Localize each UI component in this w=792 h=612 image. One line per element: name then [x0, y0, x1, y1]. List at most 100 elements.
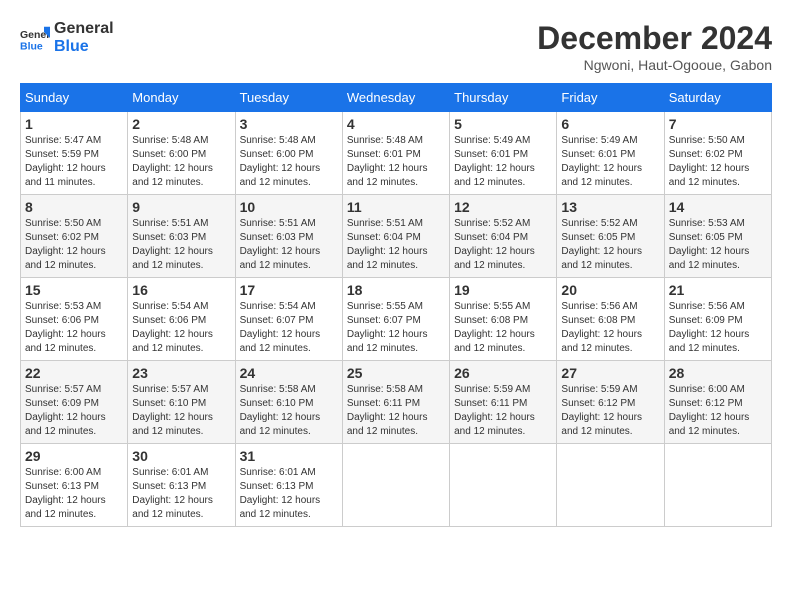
day-info: Sunrise: 5:53 AMSunset: 6:06 PMDaylight:… [25, 300, 123, 356]
day-info: Sunrise: 5:52 AMSunset: 6:04 PMDaylight:… [454, 217, 552, 273]
calendar-cell [557, 444, 664, 527]
calendar-cell: 12 Sunrise: 5:52 AMSunset: 6:04 PMDayligh… [450, 195, 557, 278]
calendar-cell: 8 Sunrise: 5:50 AMSunset: 6:02 PMDaylight… [21, 195, 128, 278]
day-info: Sunrise: 6:00 AMSunset: 6:12 PMDaylight:… [669, 383, 767, 439]
weekday-header-sunday: Sunday [21, 84, 128, 112]
day-number: 8 [25, 199, 123, 215]
calendar-cell: 29 Sunrise: 6:00 AMSunset: 6:13 PMDayligh… [21, 444, 128, 527]
header-area: General Blue General Blue December 2024 … [20, 20, 772, 73]
day-info: Sunrise: 5:56 AMSunset: 6:08 PMDaylight:… [561, 300, 659, 356]
day-number: 2 [132, 116, 230, 132]
svg-text:Blue: Blue [20, 40, 43, 52]
day-number: 25 [347, 365, 445, 381]
day-number: 19 [454, 282, 552, 298]
day-info: Sunrise: 5:57 AMSunset: 6:09 PMDaylight:… [25, 383, 123, 439]
day-number: 10 [240, 199, 338, 215]
day-number: 1 [25, 116, 123, 132]
day-info: Sunrise: 5:48 AMSunset: 6:00 PMDaylight:… [240, 134, 338, 190]
day-number: 28 [669, 365, 767, 381]
calendar-cell: 2 Sunrise: 5:48 AMSunset: 6:00 PMDaylight… [128, 112, 235, 195]
day-number: 24 [240, 365, 338, 381]
calendar-cell: 25 Sunrise: 5:58 AMSunset: 6:11 PMDayligh… [342, 361, 449, 444]
day-number: 3 [240, 116, 338, 132]
day-info: Sunrise: 5:54 AMSunset: 6:06 PMDaylight:… [132, 300, 230, 356]
day-number: 11 [347, 199, 445, 215]
calendar-cell: 11 Sunrise: 5:51 AMSunset: 6:04 PMDayligh… [342, 195, 449, 278]
calendar-cell: 10 Sunrise: 5:51 AMSunset: 6:03 PMDayligh… [235, 195, 342, 278]
week-row-3: 15Sunrise: 5:53 AMSunset: 6:06 PMDayligh… [21, 278, 772, 361]
calendar-cell: 19 Sunrise: 5:55 AMSunset: 6:08 PMDayligh… [450, 278, 557, 361]
day-info: Sunrise: 5:53 AMSunset: 6:05 PMDaylight:… [669, 217, 767, 273]
calendar-cell: 28 Sunrise: 6:00 AMSunset: 6:12 PMDayligh… [664, 361, 771, 444]
calendar-cell: 22 Sunrise: 5:57 AMSunset: 6:09 PMDayligh… [21, 361, 128, 444]
day-info: Sunrise: 6:01 AMSunset: 6:13 PMDaylight:… [240, 466, 338, 522]
day-number: 29 [25, 448, 123, 464]
day-number: 30 [132, 448, 230, 464]
day-number: 13 [561, 199, 659, 215]
week-row-2: 8 Sunrise: 5:50 AMSunset: 6:02 PMDaylight… [21, 195, 772, 278]
weekday-header-wednesday: Wednesday [342, 84, 449, 112]
day-number: 27 [561, 365, 659, 381]
calendar-cell: 5 Sunrise: 5:49 AMSunset: 6:01 PMDaylight… [450, 112, 557, 195]
calendar-cell: 15Sunrise: 5:53 AMSunset: 6:06 PMDayligh… [21, 278, 128, 361]
day-info: Sunrise: 5:47 AMSunset: 5:59 PMDaylight:… [25, 134, 123, 190]
day-info: Sunrise: 5:56 AMSunset: 6:09 PMDaylight:… [669, 300, 767, 356]
location-title: Ngwoni, Haut-Ogooue, Gabon [537, 57, 772, 73]
day-number: 26 [454, 365, 552, 381]
logo-icon: General Blue [20, 23, 50, 53]
day-info: Sunrise: 5:48 AMSunset: 6:01 PMDaylight:… [347, 134, 445, 190]
calendar-cell: 18Sunrise: 5:55 AMSunset: 6:07 PMDayligh… [342, 278, 449, 361]
day-number: 12 [454, 199, 552, 215]
calendar-cell: 3 Sunrise: 5:48 AMSunset: 6:00 PMDaylight… [235, 112, 342, 195]
day-number: 4 [347, 116, 445, 132]
title-area: December 2024 Ngwoni, Haut-Ogooue, Gabon [537, 20, 772, 73]
calendar-cell: 23Sunrise: 5:57 AMSunset: 6:10 PMDayligh… [128, 361, 235, 444]
day-info: Sunrise: 5:51 AMSunset: 6:04 PMDaylight:… [347, 217, 445, 273]
day-number: 20 [561, 282, 659, 298]
day-number: 17 [240, 282, 338, 298]
day-number: 18 [347, 282, 445, 298]
day-info: Sunrise: 5:55 AMSunset: 6:08 PMDaylight:… [454, 300, 552, 356]
calendar-cell: 20 Sunrise: 5:56 AMSunset: 6:08 PMDayligh… [557, 278, 664, 361]
calendar-cell: 9 Sunrise: 5:51 AMSunset: 6:03 PMDaylight… [128, 195, 235, 278]
calendar-cell: 30 Sunrise: 6:01 AMSunset: 6:13 PMDayligh… [128, 444, 235, 527]
day-info: Sunrise: 5:52 AMSunset: 6:05 PMDaylight:… [561, 217, 659, 273]
day-number: 23 [132, 365, 230, 381]
calendar-cell: 4 Sunrise: 5:48 AMSunset: 6:01 PMDaylight… [342, 112, 449, 195]
day-number: 21 [669, 282, 767, 298]
weekday-header-monday: Monday [128, 84, 235, 112]
day-info: Sunrise: 5:49 AMSunset: 6:01 PMDaylight:… [561, 134, 659, 190]
calendar-cell: 13 Sunrise: 5:52 AMSunset: 6:05 PMDayligh… [557, 195, 664, 278]
day-info: Sunrise: 5:58 AMSunset: 6:11 PMDaylight:… [347, 383, 445, 439]
weekday-header-row: SundayMondayTuesdayWednesdayThursdayFrid… [21, 84, 772, 112]
day-number: 5 [454, 116, 552, 132]
day-info: Sunrise: 5:59 AMSunset: 6:11 PMDaylight:… [454, 383, 552, 439]
calendar-cell: 17Sunrise: 5:54 AMSunset: 6:07 PMDayligh… [235, 278, 342, 361]
day-number: 6 [561, 116, 659, 132]
day-info: Sunrise: 5:51 AMSunset: 6:03 PMDaylight:… [132, 217, 230, 273]
calendar-cell: 7 Sunrise: 5:50 AMSunset: 6:02 PMDaylight… [664, 112, 771, 195]
weekday-header-friday: Friday [557, 84, 664, 112]
day-info: Sunrise: 5:59 AMSunset: 6:12 PMDaylight:… [561, 383, 659, 439]
day-number: 16 [132, 282, 230, 298]
day-info: Sunrise: 5:50 AMSunset: 6:02 PMDaylight:… [669, 134, 767, 190]
day-info: Sunrise: 5:50 AMSunset: 6:02 PMDaylight:… [25, 217, 123, 273]
calendar-table: SundayMondayTuesdayWednesdayThursdayFrid… [20, 83, 772, 527]
week-row-5: 29 Sunrise: 6:00 AMSunset: 6:13 PMDayligh… [21, 444, 772, 527]
calendar-cell: 21 Sunrise: 5:56 AMSunset: 6:09 PMDayligh… [664, 278, 771, 361]
day-info: Sunrise: 5:51 AMSunset: 6:03 PMDaylight:… [240, 217, 338, 273]
day-number: 7 [669, 116, 767, 132]
week-row-1: 1 Sunrise: 5:47 AMSunset: 5:59 PMDaylight… [21, 112, 772, 195]
day-number: 9 [132, 199, 230, 215]
day-info: Sunrise: 6:01 AMSunset: 6:13 PMDaylight:… [132, 466, 230, 522]
calendar-cell: 24Sunrise: 5:58 AMSunset: 6:10 PMDayligh… [235, 361, 342, 444]
calendar-cell: 1 Sunrise: 5:47 AMSunset: 5:59 PMDaylight… [21, 112, 128, 195]
day-info: Sunrise: 5:49 AMSunset: 6:01 PMDaylight:… [454, 134, 552, 190]
day-info: Sunrise: 6:00 AMSunset: 6:13 PMDaylight:… [25, 466, 123, 522]
month-title: December 2024 [537, 20, 772, 57]
day-info: Sunrise: 5:48 AMSunset: 6:00 PMDaylight:… [132, 134, 230, 190]
day-number: 14 [669, 199, 767, 215]
logo-text: General Blue [54, 20, 114, 55]
day-number: 22 [25, 365, 123, 381]
calendar-cell: 31Sunrise: 6:01 AMSunset: 6:13 PMDayligh… [235, 444, 342, 527]
